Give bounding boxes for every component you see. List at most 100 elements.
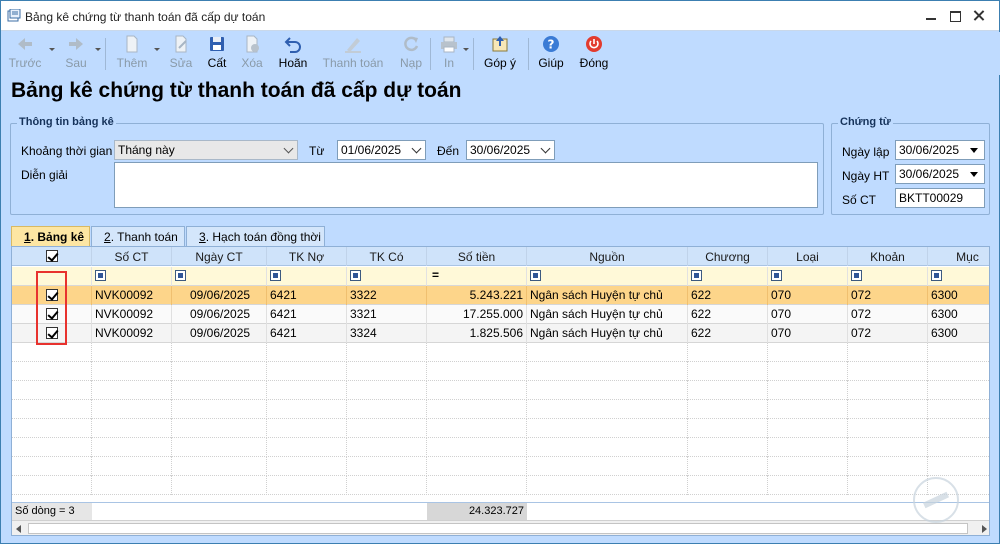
tab-thanh-toan[interactable]: 2. Thanh toán [91,226,185,246]
to-date-picker[interactable]: 30/06/2025 [466,140,555,160]
col-so-ct[interactable]: Số CT [92,247,172,266]
undo-button[interactable]: Hoãn [274,34,312,74]
cell-so-tien[interactable]: 17.255.000 [427,305,527,324]
col-tk-no[interactable]: TK Nợ [267,247,347,266]
horizontal-scrollbar[interactable] [12,520,989,535]
chevron-down-icon[interactable] [463,48,469,51]
description-textarea[interactable] [114,162,818,208]
cell-muc[interactable]: 6300 [928,324,989,343]
col-khoan[interactable]: Khoản [848,247,928,266]
payment-button[interactable]: Thanh toán [320,34,386,74]
cell-khoan[interactable]: 072 [848,324,928,343]
filter-icon[interactable] [95,270,106,281]
cell-chuong[interactable]: 622 [688,324,768,343]
table-row[interactable]: NVK00092 09/06/2025 6421 3321 17.255.000… [12,305,989,324]
edit-button[interactable]: Sửa [165,34,197,74]
filter-icon[interactable] [771,270,782,281]
tab-bang-ke[interactable]: 1. Bảng kê [11,226,90,246]
col-so-tien[interactable]: Số tiền [427,247,527,266]
minimize-button[interactable] [919,7,943,25]
cell-so-tien[interactable]: 1.825.506 [427,324,527,343]
select-all-checkbox[interactable] [46,250,58,262]
scrollbar-thumb[interactable] [28,523,968,534]
close-window-button[interactable] [967,7,991,25]
previous-button[interactable]: Trước [8,34,42,74]
cell-nguon[interactable]: Ngân sách Huyện tự chủ [527,305,688,324]
filter-cell[interactable] [928,267,989,286]
cell-muc[interactable]: 6300 [928,286,989,305]
col-ngay-ct[interactable]: Ngày CT [172,247,267,266]
tab-hach-toan-dong-thoi[interactable]: 3. Hạch toán đồng thời [186,226,325,246]
cell-chuong[interactable]: 622 [688,305,768,324]
cell-loai[interactable]: 070 [768,305,848,324]
add-button[interactable]: Thêm [112,34,152,74]
table-row[interactable]: NVK00092 09/06/2025 6421 3322 5.243.221 … [12,286,989,305]
scroll-left-icon[interactable] [16,525,21,533]
cell-ngay-ct[interactable]: 09/06/2025 [172,324,267,343]
col-chuong[interactable]: Chương [688,247,768,266]
cell-ngay-ct[interactable]: 09/06/2025 [172,305,267,324]
chevron-down-icon[interactable] [49,48,55,51]
period-select[interactable]: Tháng này [114,140,298,160]
cell-so-ct[interactable]: NVK00092 [92,324,172,343]
filter-cell[interactable] [267,267,347,286]
filter-icon[interactable] [931,270,942,281]
help-button[interactable]: ? Giúp [534,34,568,74]
filter-cell[interactable] [347,267,427,286]
cell-nguon[interactable]: Ngân sách Huyện tự chủ [527,324,688,343]
posting-date-picker[interactable]: 30/06/2025 [895,164,985,184]
save-button[interactable]: Cất [201,34,233,74]
cell-tk-no[interactable]: 6421 [267,324,347,343]
cell-khoan[interactable]: 072 [848,305,928,324]
cell-muc[interactable]: 6300 [928,305,989,324]
print-button[interactable]: In [436,34,462,74]
filter-icon[interactable] [350,270,361,281]
cell-loai[interactable]: 070 [768,286,848,305]
col-tk-co[interactable]: TK Có [347,247,427,266]
scroll-right-icon[interactable] [982,525,987,533]
maximize-button[interactable] [943,7,967,25]
filter-icon[interactable] [530,270,541,281]
close-button[interactable]: Đóng [576,34,612,74]
filter-cell[interactable] [172,267,267,286]
from-date-picker[interactable]: 01/06/2025 [337,140,426,160]
cell-so-ct[interactable]: NVK00092 [92,286,172,305]
filter-cell[interactable] [92,267,172,286]
filter-icon[interactable] [175,270,186,281]
empty-cell [848,381,928,400]
table-row[interactable]: NVK00092 09/06/2025 6421 3324 1.825.506 … [12,324,989,343]
filter-cell[interactable] [527,267,688,286]
delete-button[interactable]: Xóa [236,34,268,74]
col-nguon[interactable]: Nguồn [527,247,688,266]
cell-tk-co[interactable]: 3321 [347,305,427,324]
filter-cell[interactable] [848,267,928,286]
cell-ngay-ct[interactable]: 09/06/2025 [172,286,267,305]
cell-loai[interactable]: 070 [768,324,848,343]
feedback-button[interactable]: Góp ý [480,34,520,74]
cell-nguon[interactable]: Ngân sách Huyện tự chủ [527,286,688,305]
chevron-down-icon[interactable] [154,48,160,51]
voucher-number-input[interactable]: BKTT00029 [895,188,985,208]
cell-so-ct[interactable]: NVK00092 [92,305,172,324]
cell-tk-co[interactable]: 3324 [347,324,427,343]
filter-cell[interactable]: = [427,267,527,286]
cell-tk-no[interactable]: 6421 [267,305,347,324]
select-all-column[interactable] [12,247,92,266]
cell-tk-co[interactable]: 3322 [347,286,427,305]
filter-cell[interactable] [688,267,768,286]
next-button[interactable]: Sau [60,34,92,74]
chevron-down-icon[interactable] [95,48,101,51]
filter-cell[interactable] [768,267,848,286]
filter-icon[interactable] [270,270,281,281]
filter-icon[interactable] [851,270,862,281]
cell-khoan[interactable]: 072 [848,286,928,305]
cell-so-tien[interactable]: 5.243.221 [427,286,527,305]
filter-icon[interactable] [691,270,702,281]
col-loai[interactable]: Loại [768,247,848,266]
reload-button[interactable]: Nạp [394,34,428,74]
cell-chuong[interactable]: 622 [688,286,768,305]
created-date-picker[interactable]: 30/06/2025 [895,140,985,160]
cell-tk-no[interactable]: 6421 [267,286,347,305]
col-muc[interactable]: Mục [928,247,989,266]
equals-filter-icon[interactable]: = [432,268,439,282]
